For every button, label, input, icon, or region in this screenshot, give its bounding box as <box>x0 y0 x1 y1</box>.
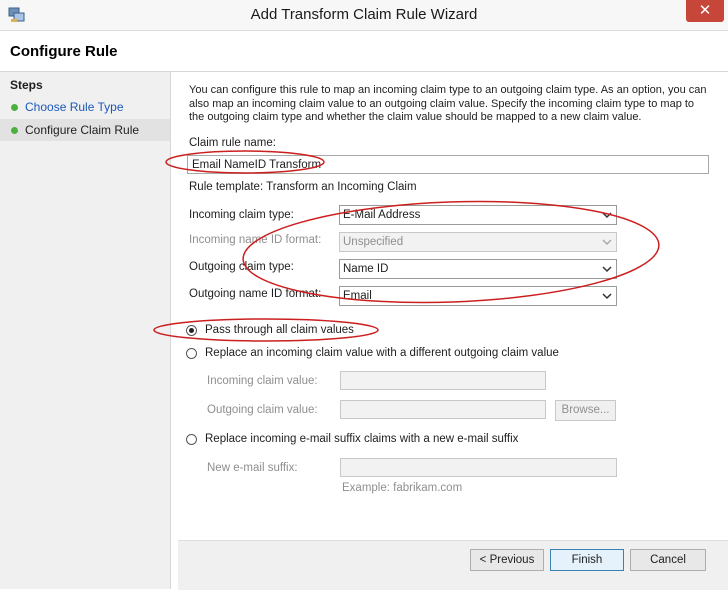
incoming-claim-type-label: Incoming claim type: <box>189 209 294 221</box>
outgoing-claim-type-label: Outgoing claim type: <box>189 261 294 273</box>
finish-button[interactable]: Finish <box>550 549 624 571</box>
step-choose-rule-type[interactable]: Choose Rule Type <box>0 96 170 118</box>
example-text: Example: fabrikam.com <box>342 482 463 494</box>
outgoing-name-id-format-select[interactable]: Email <box>339 286 617 306</box>
step-label: Configure Claim Rule <box>25 123 140 137</box>
cancel-button[interactable]: Cancel <box>630 549 706 571</box>
page-title: Configure Rule <box>10 43 118 60</box>
outgoing-claim-value-label: Outgoing claim value: <box>207 404 318 416</box>
step-status-dot-icon <box>11 104 18 111</box>
steps-sidebar: Steps Choose Rule Type Configure Claim R… <box>0 72 171 589</box>
outgoing-claim-type-value: Name ID <box>343 263 389 275</box>
step-status-dot-icon <box>11 127 18 134</box>
outgoing-claim-value-input[interactable] <box>340 400 546 419</box>
footer-bar: < Previous Finish Cancel <box>178 540 728 590</box>
chevron-down-icon <box>602 212 612 219</box>
chevron-down-icon <box>602 266 612 273</box>
replace-value-label[interactable]: Replace an incoming claim value with a d… <box>205 347 559 359</box>
outgoing-name-id-format-label: Outgoing name ID format: <box>189 288 322 300</box>
claim-rule-name-input[interactable]: Email NameID Transform <box>187 155 709 174</box>
chevron-down-icon <box>602 293 612 300</box>
incoming-claim-value-label: Incoming claim value: <box>207 375 318 387</box>
chevron-down-icon <box>602 239 612 246</box>
pass-through-radio[interactable] <box>186 325 197 336</box>
browse-button[interactable]: Browse... <box>555 400 616 421</box>
incoming-name-id-format-select[interactable]: Unspecified <box>339 232 617 252</box>
incoming-claim-type-value: E-Mail Address <box>343 209 421 221</box>
incoming-name-id-format-label: Incoming name ID format: <box>189 234 322 246</box>
rule-template-text: Rule template: Transform an Incoming Cla… <box>189 181 417 193</box>
previous-button[interactable]: < Previous <box>470 549 544 571</box>
window-title: Add Transform Claim Rule Wizard <box>250 6 478 23</box>
incoming-claim-type-select[interactable]: E-Mail Address <box>339 205 617 225</box>
step-configure-claim-rule[interactable]: Configure Claim Rule <box>0 119 170 141</box>
close-button[interactable]: ✕ <box>686 0 724 22</box>
pass-through-label[interactable]: Pass through all claim values <box>205 324 354 336</box>
new-suffix-label: New e-mail suffix: <box>207 462 298 474</box>
incoming-claim-value-input[interactable] <box>340 371 546 390</box>
replace-value-radio[interactable] <box>186 348 197 359</box>
steps-title: Steps <box>10 78 43 92</box>
page-header: Configure Rule <box>0 31 728 72</box>
title-bar: Add Transform Claim Rule Wizard ✕ <box>0 0 728 31</box>
outgoing-name-id-format-value: Email <box>343 290 372 302</box>
step-label: Choose Rule Type <box>25 100 124 114</box>
replace-suffix-label[interactable]: Replace incoming e-mail suffix claims wi… <box>205 433 518 445</box>
replace-suffix-radio[interactable] <box>186 434 197 445</box>
intro-text: You can configure this rule to map an in… <box>189 84 707 123</box>
new-suffix-input[interactable] <box>340 458 617 477</box>
outgoing-claim-type-select[interactable]: Name ID <box>339 259 617 279</box>
claim-rule-name-label: Claim rule name: <box>189 137 276 149</box>
incoming-name-id-format-value: Unspecified <box>343 236 404 248</box>
main-content: You can configure this rule to map an in… <box>178 72 728 589</box>
